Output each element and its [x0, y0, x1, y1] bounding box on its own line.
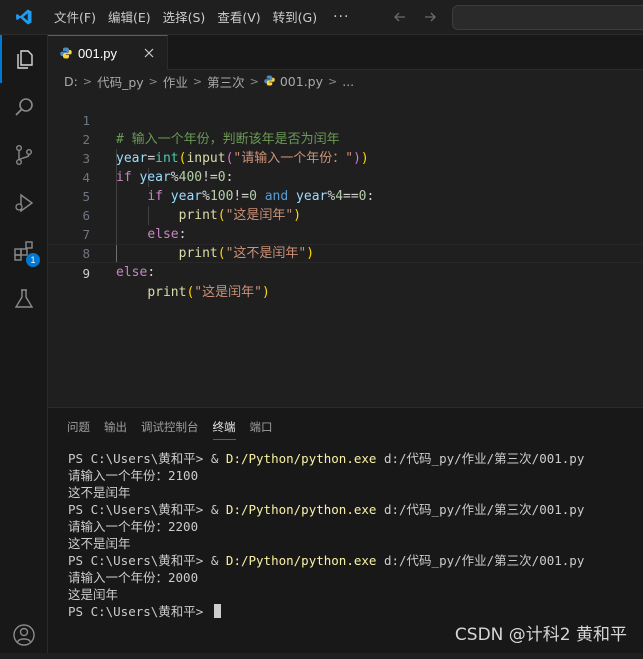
chevron-right-icon: > — [328, 74, 338, 88]
menu-edit[interactable]: 编辑(E) — [102, 0, 157, 35]
terminal-output-line: 这是闰年 — [68, 587, 119, 602]
breadcrumb-file[interactable]: 001.py — [280, 74, 323, 89]
tab-terminal[interactable]: 终端 — [206, 408, 243, 446]
close-icon[interactable] — [141, 45, 157, 61]
code-line: 6 else: — [82, 208, 187, 242]
code-line: 8 else: — [82, 246, 156, 280]
command-center-search[interactable] — [452, 5, 643, 30]
vscode-logo-icon[interactable] — [0, 0, 48, 35]
chevron-right-icon: > — [148, 74, 158, 88]
code-line: 4 if year%100!=0 and year%4==0: — [82, 170, 375, 204]
code-editor[interactable]: 1 # 输入一个年份，判断该年是否为闰年 2 year=int(input("请… — [48, 92, 643, 407]
menu-file[interactable]: 文件(F) — [48, 0, 102, 35]
title-bar: 文件(F) 编辑(E) 选择(S) 查看(V) 转到(G) ··· — [0, 0, 643, 35]
extensions-icon[interactable]: 1 — [0, 227, 48, 275]
code-line: 7 print("这不是闰年") — [82, 227, 315, 261]
menu-view[interactable]: 查看(V) — [211, 0, 266, 35]
chevron-right-icon: > — [249, 74, 259, 88]
breadcrumb-symbol[interactable]: ... — [342, 74, 354, 89]
terminal-input-line: 请输入一个年份：2000 — [68, 570, 199, 585]
activity-bar: 1 — [0, 35, 48, 653]
account-icon[interactable] — [0, 611, 48, 659]
breadcrumb-drive[interactable]: D: — [64, 74, 78, 89]
breadcrumb-folder-code[interactable]: 代码_py — [97, 72, 144, 91]
terminal-prompt-line: PS C:\Users\黄和平> — [68, 603, 638, 620]
forward-arrow-icon[interactable] — [421, 8, 439, 26]
terminal-input-line: 请输入一个年份：2100 — [68, 468, 199, 483]
menu-more-button[interactable]: ··· — [323, 9, 359, 25]
chevron-right-icon: > — [192, 74, 203, 88]
terminal-command-line: PS C:\Users\黄和平> & D:/Python/python.exe … — [68, 502, 585, 517]
chevron-right-icon: > — [82, 74, 93, 88]
run-debug-icon[interactable] — [0, 179, 48, 227]
code-line: 2 year=int(input("请输入一个年份：")) — [82, 132, 369, 166]
code-line-current: 9 print("这是闰年") — [48, 244, 643, 300]
tab-ports[interactable]: 端口 — [243, 408, 280, 446]
tab-001-py[interactable]: 001.py — [48, 35, 168, 70]
tab-label: 001.py — [78, 45, 118, 61]
terminal-output-line: 这不是闰年 — [68, 485, 131, 500]
back-arrow-icon[interactable] — [391, 8, 409, 26]
menu-selection[interactable]: 选择(S) — [157, 0, 212, 35]
extensions-badge: 1 — [26, 253, 40, 267]
python-file-icon — [264, 74, 275, 89]
code-line: 1 # 输入一个年份，判断该年是否为闰年 — [82, 113, 340, 147]
editor-tab-bar: 001.py — [48, 35, 643, 70]
tab-problems[interactable]: 问题 — [60, 408, 97, 446]
terminal-command-line: PS C:\Users\黄和平> & D:/Python/python.exe … — [68, 451, 585, 466]
code-line: 5 print("这是闰年") — [82, 189, 302, 223]
terminal[interactable]: PS C:\Users\黄和平> & D:/Python/python.exe … — [68, 450, 638, 620]
explorer-icon[interactable] — [0, 35, 48, 83]
menu-bar: 文件(F) 编辑(E) 选择(S) 查看(V) 转到(G) ··· — [48, 0, 359, 35]
watermark: CSDN @计科2 黄和平 — [454, 625, 627, 645]
terminal-output-line: 这不是闰年 — [68, 536, 131, 551]
python-file-icon — [60, 44, 72, 63]
menu-go[interactable]: 转到(G) — [267, 0, 323, 35]
terminal-cursor — [213, 604, 221, 618]
terminal-input-line: 请输入一个年份：2200 — [68, 519, 199, 534]
panel-tab-bar: 问题 输出 调试控制台 终端 端口 — [48, 408, 280, 446]
bottom-panel: 问题 输出 调试控制台 终端 端口 PS C:\Users\黄和平> & D:/… — [48, 407, 643, 653]
terminal-command-line: PS C:\Users\黄和平> & D:/Python/python.exe … — [68, 553, 585, 568]
breadcrumb-folder-homework[interactable]: 作业 — [163, 72, 188, 91]
search-icon[interactable] — [0, 83, 48, 131]
breadcrumb: D: > 代码_py > 作业 > 第三次 > 001.py > ... — [48, 70, 643, 92]
tab-output[interactable]: 输出 — [97, 408, 134, 446]
breadcrumb-folder-third[interactable]: 第三次 — [207, 72, 245, 91]
tab-debug-console[interactable]: 调试控制台 — [134, 408, 206, 446]
testing-flask-icon[interactable] — [0, 275, 48, 323]
source-control-icon[interactable] — [0, 131, 48, 179]
code-line: 3 if year%400!=0: — [82, 151, 234, 185]
